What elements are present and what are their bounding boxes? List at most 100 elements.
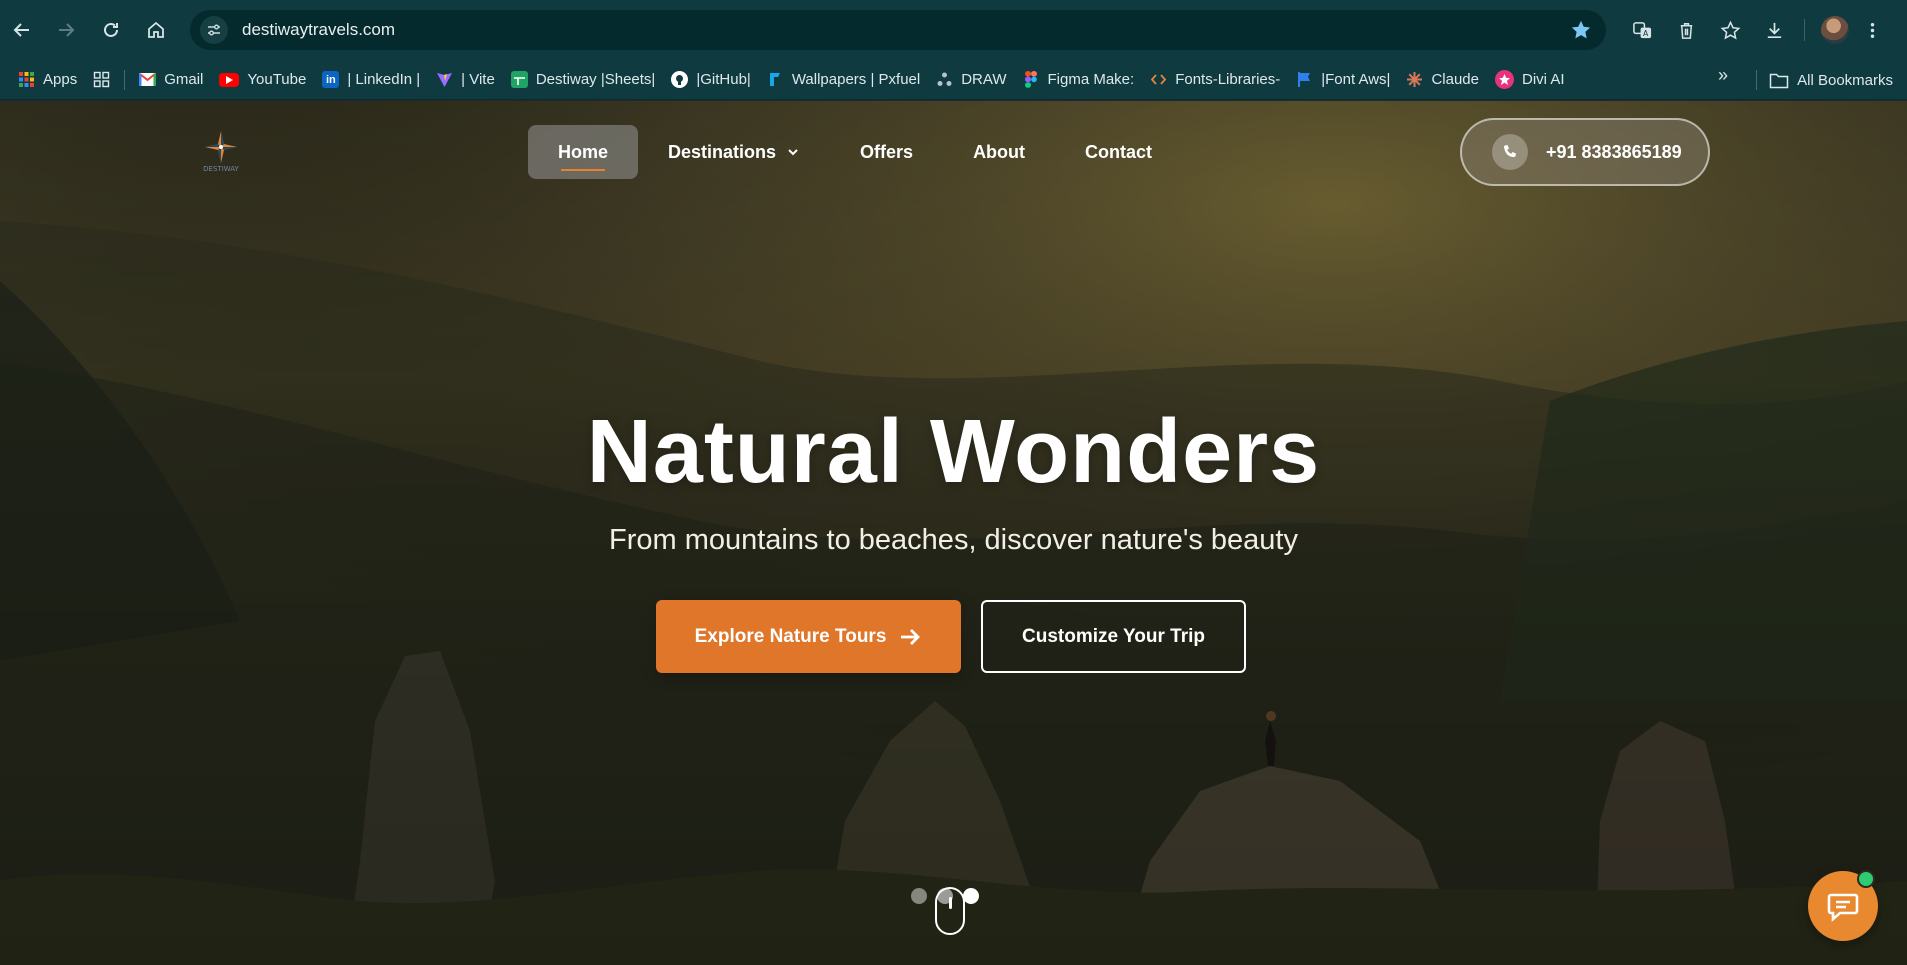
bookmark-label: Destiway |Sheets| xyxy=(535,71,656,88)
nav-home[interactable]: Home xyxy=(528,125,639,179)
bookmark-gmail[interactable]: Gmail xyxy=(131,65,211,95)
bookmark-label: Apps xyxy=(43,71,78,88)
toolbar-actions: A xyxy=(1620,8,1887,52)
bookmark-label: Divi AI xyxy=(1522,71,1565,88)
back-button[interactable] xyxy=(0,8,44,52)
pxfuel-icon xyxy=(767,71,784,88)
all-bookmarks-folder[interactable]: All Bookmarks xyxy=(1761,65,1901,95)
logo-wordmark: DESTIWAY xyxy=(203,165,239,173)
youtube-icon xyxy=(219,72,240,87)
bookmark-label: DRAW xyxy=(961,71,1007,88)
bookmark-label: YouTube xyxy=(247,71,307,88)
bookmark-apps[interactable]: Apps xyxy=(10,65,85,95)
bookmark-grid[interactable] xyxy=(85,65,118,95)
bookmark-vite[interactable]: | Vite xyxy=(428,65,503,95)
toolbar-divider xyxy=(1804,19,1805,41)
scroll-down-indicator[interactable] xyxy=(935,887,965,935)
all-bookmarks-label: All Bookmarks xyxy=(1797,71,1893,89)
bookmarks-bar: Apps Gmail YouTube in | LinkedIn | | Vit… xyxy=(0,60,1907,100)
hero-subtitle: From mountains to beaches, discover natu… xyxy=(608,524,1298,556)
customize-your-trip-label: Customize Your Trip xyxy=(1022,625,1205,647)
url-text[interactable]: destiwaytravels.com xyxy=(242,20,395,40)
nav-offers-label: Offers xyxy=(860,141,914,162)
vite-icon xyxy=(436,71,453,88)
chat-icon xyxy=(1827,893,1859,922)
bookmark-separator xyxy=(1756,70,1757,90)
arrow-right-icon xyxy=(59,23,75,37)
bookmark-fonts[interactable]: Fonts-Libraries- xyxy=(1142,65,1288,95)
bookmark-draw[interactable]: DRAW xyxy=(928,65,1014,95)
nav-contact-label: Contact xyxy=(1085,141,1153,162)
web-page: DESTIWAY Home Destinations Offers About … xyxy=(0,101,1907,965)
nav-contact[interactable]: Contact xyxy=(1055,125,1182,179)
bookmark-figma[interactable]: Figma Make: xyxy=(1015,65,1143,95)
apps-grid-icon xyxy=(18,71,35,88)
site-info-button[interactable] xyxy=(200,16,228,44)
online-status-dot xyxy=(1857,870,1875,888)
more-bookmarks-button[interactable]: » xyxy=(1708,65,1738,86)
trash-icon xyxy=(1680,22,1692,39)
bookmark-youtube[interactable]: YouTube xyxy=(211,65,314,95)
sheets-icon xyxy=(510,71,528,88)
bookmark-github[interactable]: |GitHub| xyxy=(663,65,758,95)
tune-icon xyxy=(208,24,220,36)
bookmark-sheets[interactable]: Destiway |Sheets| xyxy=(503,65,664,95)
bookmark-separator xyxy=(124,69,126,90)
menu-button[interactable] xyxy=(1857,8,1887,52)
translate-button[interactable]: A xyxy=(1620,8,1664,52)
gmail-icon xyxy=(139,71,157,88)
code-icon xyxy=(1150,71,1167,88)
folder-icon xyxy=(1769,73,1789,88)
explore-nature-tours-button[interactable]: Explore Nature Tours xyxy=(656,600,961,673)
bookmark-font-aws[interactable]: |Font Aws| xyxy=(1288,65,1398,95)
slide-dot-3[interactable] xyxy=(963,888,979,904)
figma-icon xyxy=(1023,71,1040,88)
address-bar[interactable]: destiwaytravels.com xyxy=(190,10,1606,50)
bookmark-pxfuel[interactable]: Wallpapers | Pxfuel xyxy=(759,65,928,95)
main-navigation: Home Destinations Offers About Contact xyxy=(528,125,1182,179)
svg-text:A: A xyxy=(1642,29,1648,38)
divi-icon xyxy=(1495,70,1514,89)
bookmark-claude[interactable]: Claude xyxy=(1398,65,1487,95)
bookmarks-manager-button[interactable] xyxy=(1708,8,1752,52)
bookmark-label: Fonts-Libraries- xyxy=(1175,71,1281,88)
bookmark-label: Claude xyxy=(1431,71,1479,88)
home-button[interactable] xyxy=(134,8,178,52)
star-outline-icon xyxy=(1720,20,1740,40)
trash-button[interactable] xyxy=(1664,8,1708,52)
reload-button[interactable] xyxy=(89,8,133,52)
claude-icon xyxy=(1406,71,1423,88)
bookmark-label: |GitHub| xyxy=(696,71,751,88)
nav-home-label: Home xyxy=(558,141,609,162)
grid-icon xyxy=(93,71,110,88)
home-icon xyxy=(148,21,164,38)
bookmark-label: Wallpapers | Pxfuel xyxy=(791,71,921,88)
downloads-button[interactable] xyxy=(1752,8,1796,52)
nav-destinations[interactable]: Destinations xyxy=(638,125,830,179)
bookmark-linkedin[interactable]: in | LinkedIn | xyxy=(314,65,428,95)
bookmark-label: Gmail xyxy=(164,71,204,88)
bookmark-label: Figma Make: xyxy=(1047,71,1135,88)
phone-number: +91 8383865189 xyxy=(1546,141,1682,162)
download-icon xyxy=(1767,22,1781,38)
bookmark-label: | LinkedIn | xyxy=(347,71,421,88)
slide-dot-1[interactable] xyxy=(911,888,927,904)
nav-offers[interactable]: Offers xyxy=(830,125,943,179)
forward-button[interactable] xyxy=(44,8,88,52)
browser-toolbar: destiwaytravels.com A xyxy=(0,0,1907,60)
customize-your-trip-button[interactable]: Customize Your Trip xyxy=(981,600,1246,673)
draw-icon xyxy=(936,71,953,88)
translate-icon: A xyxy=(1632,21,1651,38)
flag-icon xyxy=(1296,71,1313,88)
arrow-left-icon xyxy=(13,23,29,37)
phone-call-button[interactable]: +91 8383865189 xyxy=(1460,118,1710,186)
bookmark-star-icon[interactable] xyxy=(1570,19,1592,41)
linkedin-icon: in xyxy=(322,71,340,88)
nav-about[interactable]: About xyxy=(943,125,1055,179)
phone-icon xyxy=(1492,134,1528,170)
profile-avatar[interactable] xyxy=(1821,16,1849,44)
nav-about-label: About xyxy=(973,141,1026,162)
github-icon xyxy=(671,71,689,88)
site-logo[interactable]: DESTIWAY xyxy=(188,127,254,175)
bookmark-divi-ai[interactable]: Divi AI xyxy=(1487,65,1573,95)
